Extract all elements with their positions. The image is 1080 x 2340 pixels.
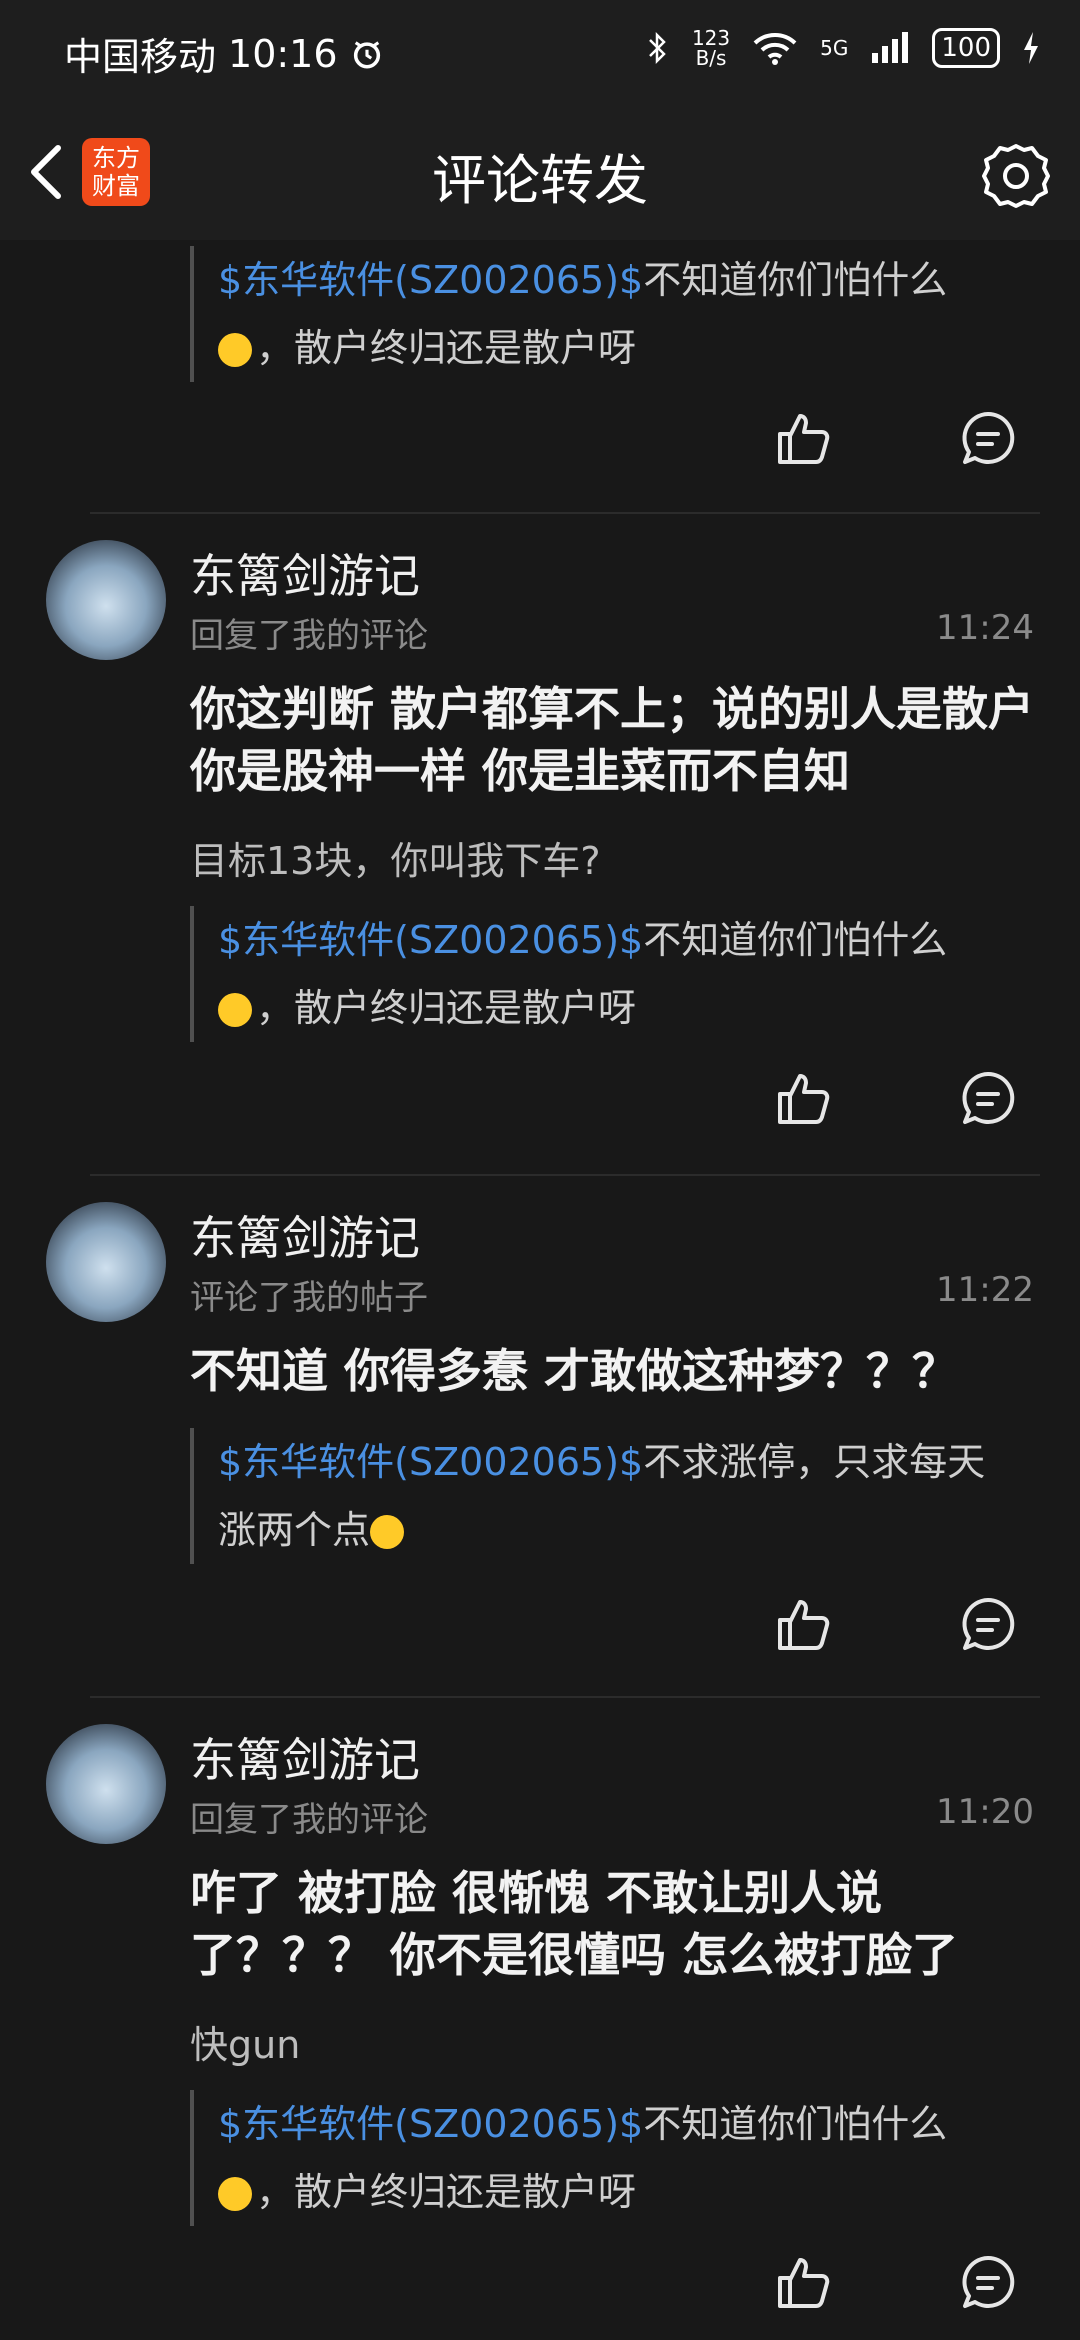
replied-comment-text: 快gun xyxy=(190,2023,301,2067)
top-navigation-bar: 东方 财富 评论转发 xyxy=(0,100,1080,240)
stock-link[interactable]: $东华软件(SZ002065)$ xyxy=(218,918,643,962)
avatar[interactable] xyxy=(46,540,166,660)
signal-icon xyxy=(872,32,909,63)
timestamp: 11:24 xyxy=(936,608,1034,648)
like-thumbs-up-icon[interactable] xyxy=(772,406,836,470)
stock-link[interactable]: $东华软件(SZ002065)$ xyxy=(218,2102,643,2146)
comment-action-label: 回复了我的评论 xyxy=(190,1800,428,1840)
quoted-text-line2: ，散户终归还是散户呀 xyxy=(256,326,637,370)
avatar[interactable] xyxy=(46,1724,166,1844)
battery-level: 100 xyxy=(941,33,991,63)
quoted-text-line1: 不知道你们怕什么 xyxy=(643,2102,948,2146)
quoted-text-line2: 涨两个点 xyxy=(218,1508,371,1552)
comment-bubble-icon[interactable] xyxy=(956,2250,1020,2314)
username[interactable]: 东篱剑游记 xyxy=(190,1202,420,1268)
avatar[interactable] xyxy=(46,1202,166,1322)
quoted-post[interactable]: $东华软件(SZ002065)$不知道你们怕什么 ，散户终归还是散户呀 xyxy=(190,246,1038,382)
like-thumbs-up-icon[interactable] xyxy=(772,1066,836,1130)
network-speed-unit: B/s xyxy=(695,46,727,70)
comment-bubble-icon[interactable] xyxy=(956,406,1020,470)
battery-indicator: 100 xyxy=(932,28,1000,68)
action-bar xyxy=(772,1066,1020,1130)
page-title: 评论转发 xyxy=(432,149,648,212)
status-left: 中国移动 10:16 xyxy=(64,26,384,81)
quoted-post[interactable]: $东华软件(SZ002065)$不知道你们怕什么 ，散户终归还是散户呀 xyxy=(190,2090,1038,2226)
alarm-icon xyxy=(353,40,380,69)
quoted-text-line1: 不知道你们怕什么 xyxy=(643,918,948,962)
divider xyxy=(90,1174,1040,1176)
status-right: 123 B/s 5G 100 xyxy=(646,28,1040,68)
username[interactable]: 东篱剑游记 xyxy=(190,1724,420,1790)
comment-body[interactable]: 不知道 你得多惷 才敢做这种梦？？？ xyxy=(190,1340,1040,1402)
laughing-emoji-icon xyxy=(218,333,252,367)
like-thumbs-up-icon[interactable] xyxy=(772,1592,836,1656)
network-speed-value: 123 xyxy=(691,26,731,50)
network-speed: 123 B/s xyxy=(692,28,730,68)
action-bar xyxy=(772,2250,1020,2314)
like-thumbs-up-icon[interactable] xyxy=(772,2250,836,2314)
grinning-emoji-icon xyxy=(370,1515,405,1549)
comment-body[interactable]: 咋了 被打脸 很惭愧 不敢让别人说了？？？ 你不是很懂吗 怎么被打脸了 xyxy=(190,1862,1040,1986)
action-bar xyxy=(772,1592,1020,1656)
bluetooth-icon xyxy=(649,31,666,65)
comment-bubble-icon[interactable] xyxy=(956,1592,1020,1656)
quoted-text-line1: 不求涨停，只求每天 xyxy=(643,1440,986,1484)
comment-bubble-icon[interactable] xyxy=(956,1066,1020,1130)
timestamp: 11:20 xyxy=(936,1792,1034,1832)
stock-link[interactable]: $东华软件(SZ002065)$ xyxy=(218,1440,643,1484)
settings-gear-icon[interactable] xyxy=(980,140,1052,212)
quoted-text-line2: ，散户终归还是散户呀 xyxy=(256,2170,637,2214)
laughing-emoji-icon xyxy=(218,2177,252,2211)
stock-link[interactable]: $东华软件(SZ002065)$ xyxy=(218,258,643,302)
quoted-post[interactable]: $东华软件(SZ002065)$不知道你们怕什么 ，散户终归还是散户呀 xyxy=(190,906,1038,1042)
status-bar: 中国移动 10:16 123 B/s 5G 100 xyxy=(0,0,1080,100)
divider xyxy=(90,1696,1040,1698)
quoted-text-line1: 不知道你们怕什么 xyxy=(643,258,948,302)
comment-action-label: 评论了我的帖子 xyxy=(190,1278,428,1318)
clock: 10:16 xyxy=(228,31,338,76)
divider xyxy=(90,512,1040,514)
network-type: 5G xyxy=(820,36,849,60)
username[interactable]: 东篱剑游记 xyxy=(190,540,420,606)
comment-action-label: 回复了我的评论 xyxy=(190,616,428,656)
replied-comment-text: 目标13块，你叫我下车? xyxy=(190,839,601,883)
comment-body[interactable]: 你这判断 散户都算不上；说的别人是散户 你是股神一样 你是韭菜而不自知 xyxy=(190,678,1040,802)
quoted-post[interactable]: $东华软件(SZ002065)$不求涨停，只求每天 涨两个点 xyxy=(190,1428,1038,1564)
comment-list[interactable]: $东华软件(SZ002065)$不知道你们怕什么 ，散户终归还是散户呀 东篱剑游… xyxy=(0,240,1080,2340)
charging-icon xyxy=(1024,32,1038,64)
quoted-text-line2: ，散户终归还是散户呀 xyxy=(256,986,637,1030)
wifi-icon xyxy=(753,33,797,65)
timestamp: 11:22 xyxy=(936,1270,1034,1310)
carrier-name: 中国移动 xyxy=(64,35,217,79)
laughing-emoji-icon xyxy=(218,993,252,1027)
action-bar xyxy=(772,406,1020,470)
